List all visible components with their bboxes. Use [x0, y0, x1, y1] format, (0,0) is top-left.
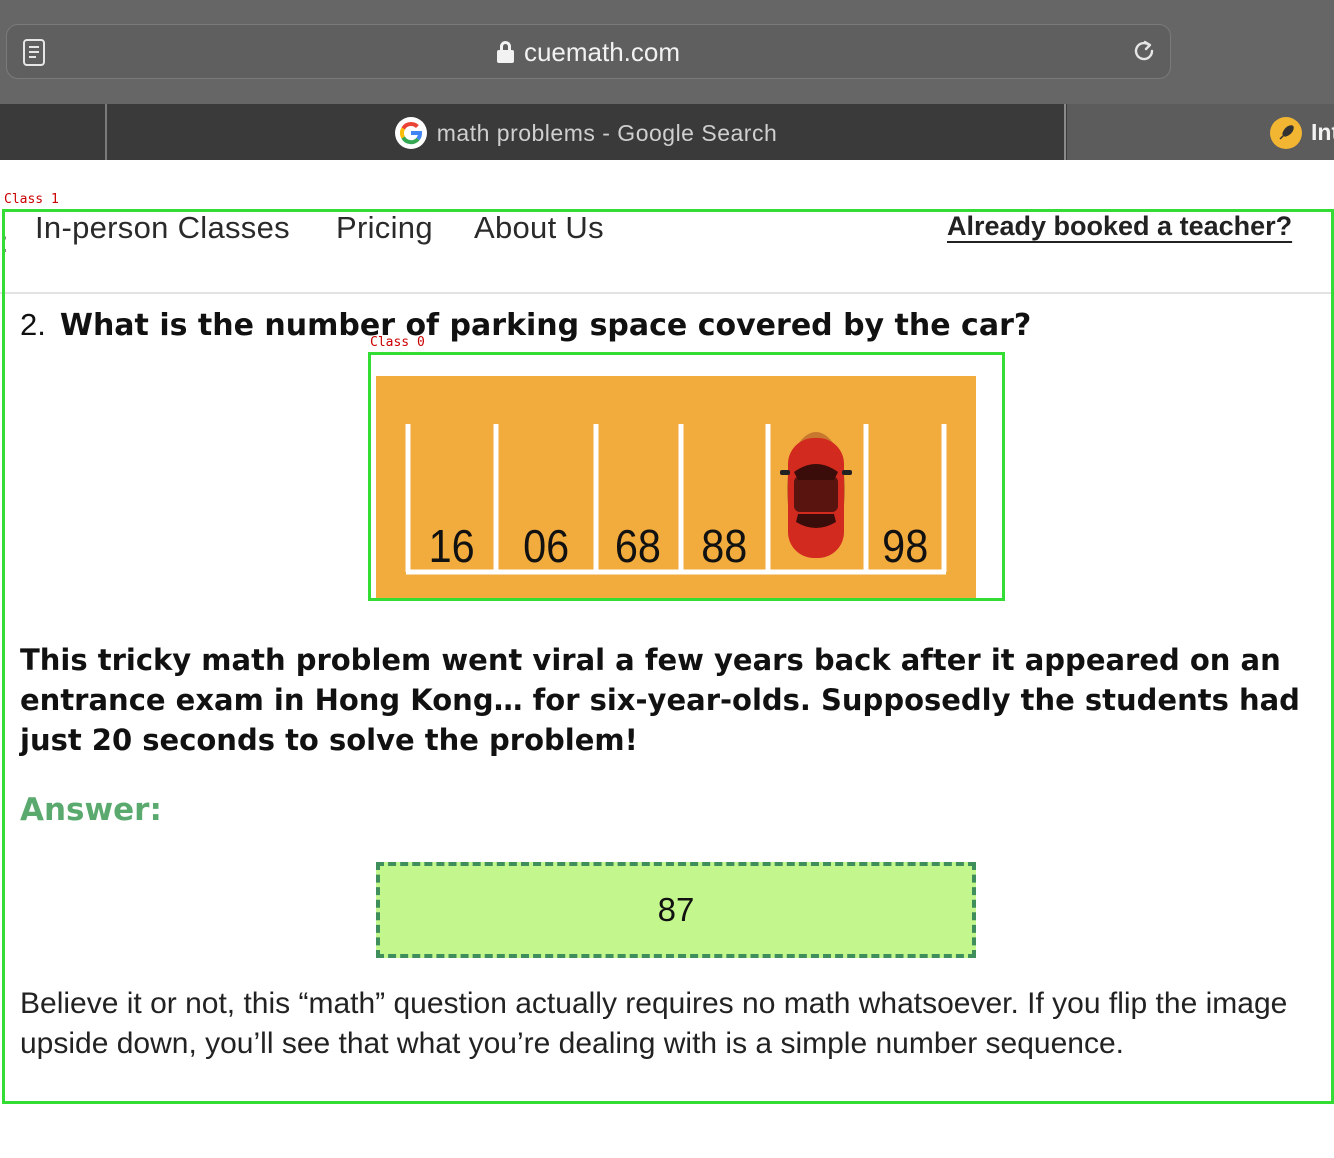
google-icon: [394, 117, 427, 149]
tab-strip: math problems - Google Search Int: [0, 104, 1334, 160]
rocket-icon: [1270, 117, 1302, 149]
tab-title: math problems - Google Search: [436, 119, 778, 146]
tab-google-search[interactable]: math problems - Google Search: [108, 104, 1066, 160]
browser-toolbar: cuemath.com: [0, 0, 1334, 104]
annotation-label-class-1: Class 1: [4, 192, 59, 207]
url-text: cuemath.com: [523, 37, 681, 67]
annotation-box-image: [368, 352, 1005, 601]
tab-previous[interactable]: [0, 104, 107, 160]
address-bar[interactable]: cuemath.com: [6, 24, 1171, 79]
annotation-box-page: [2, 209, 1334, 1104]
url-display[interactable]: cuemath.com: [7, 37, 1170, 68]
annotation-label-class-0: Class 0: [370, 335, 425, 350]
lock-icon: [496, 41, 514, 63]
tab-next[interactable]: Int: [1067, 104, 1334, 160]
tab-title-next: Int: [1311, 119, 1334, 145]
reload-icon[interactable]: [1130, 37, 1158, 65]
